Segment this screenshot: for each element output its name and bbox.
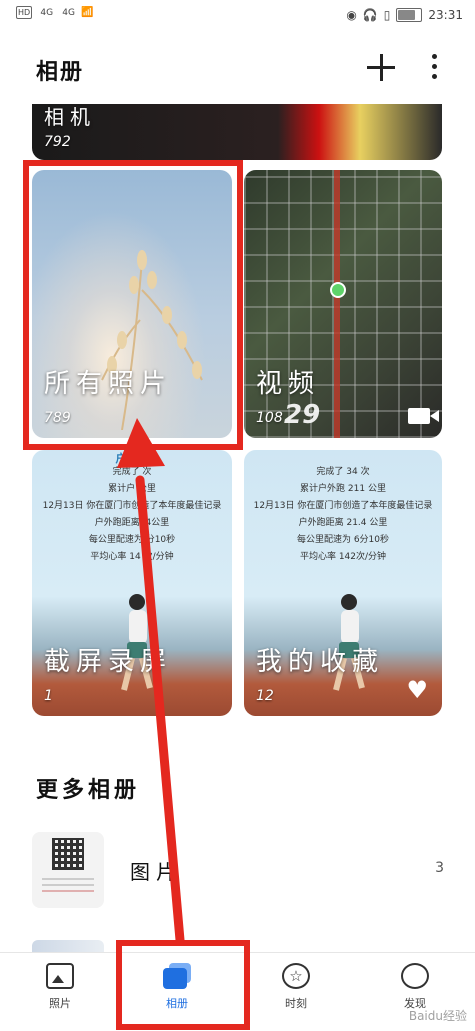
hd-badge: HD	[16, 6, 33, 19]
page-title: 相册	[36, 60, 85, 85]
status-right: ◉ 🎧 ▯ 23:31	[346, 8, 463, 22]
album-name: 视频	[256, 369, 321, 399]
card-line: 12月13日 你在厦门市创造了本年度最佳记录	[253, 501, 433, 511]
battery-icon	[396, 8, 423, 22]
discover-icon	[401, 963, 429, 989]
highlight-box-albums-tab	[116, 940, 250, 1030]
album-name: 相机	[44, 105, 96, 129]
map-location-dot	[330, 282, 346, 298]
watermark: Baidu经验	[408, 1009, 467, 1023]
tab-label: 照片	[49, 997, 71, 1010]
wifi-icon: 📶	[81, 7, 94, 18]
album-count: 3	[435, 860, 444, 876]
card-line: 累计户外跑 211 公里	[300, 484, 386, 494]
more-albums-item[interactable]: 图片 3	[32, 832, 444, 908]
card-line: 平均心率 142次/分钟	[299, 552, 387, 562]
album-thumbnail	[32, 832, 104, 908]
album-count: 12	[256, 688, 274, 704]
album-name: 图片	[130, 860, 182, 884]
card-line: 12月13日 你在厦门市创造了本年度最佳记录	[42, 501, 222, 511]
map-route	[334, 170, 340, 438]
highlight-box-all-photos	[23, 160, 243, 450]
video-camera-icon	[408, 408, 439, 424]
tab-discover[interactable]: 发现	[375, 963, 455, 1011]
album-count: 108	[256, 410, 283, 426]
card-line: 完成了 34 次	[316, 467, 370, 477]
card-line: 完成了 次	[112, 467, 152, 477]
qr-code-image	[52, 838, 84, 870]
card-line: 每公里配速为 6分10秒	[296, 535, 390, 545]
card-line: 户外跑距离 21.4 公里	[298, 518, 388, 528]
album-count: 1	[44, 688, 53, 704]
card-text: 完成了 34 次 累计户外跑 211 公里 12月13日 你在厦门市创造了本年度…	[250, 464, 436, 566]
headphone-icon: 🎧	[362, 8, 378, 22]
more-albums-title: 更多相册	[36, 777, 141, 803]
album-count: 792	[44, 134, 71, 150]
album-tile-favorites[interactable]: 完成了 34 次 累计户外跑 211 公里 12月13日 你在厦门市创造了本年度…	[244, 450, 442, 716]
card-line: 累计户 公里	[108, 484, 156, 494]
tab-label: 时刻	[285, 997, 307, 1010]
vibrate-icon: ▯	[383, 8, 391, 22]
more-vertical-icon[interactable]	[426, 52, 442, 82]
moments-icon: ☆	[282, 963, 310, 989]
thumbnail-text-lines	[42, 878, 94, 880]
status-left: HD 4G 4G 📶	[16, 6, 94, 19]
album-tile-camera[interactable]: 相机 792	[32, 104, 442, 160]
card-line: 每公里配速为 分10秒	[88, 535, 176, 545]
plus-icon[interactable]	[364, 50, 398, 84]
heart-icon: ♥	[406, 676, 428, 704]
album-name: 我的收藏	[256, 647, 385, 677]
card-line: 户外跑距离 .4公里	[94, 518, 170, 528]
photo-icon	[46, 963, 74, 989]
album-tile-screenshots[interactable]: 户外跑 完成了 次 累计户 公里 12月13日 你在厦门市创造了本年度最佳记录 …	[32, 450, 232, 716]
app-header: 相册	[0, 36, 475, 104]
tab-moments[interactable]: ☆ 时刻	[256, 963, 336, 1011]
video-overlay-number: 29	[284, 400, 321, 430]
signal-label: 4G	[62, 8, 75, 18]
album-name: 截屏录屏	[44, 647, 173, 677]
album-tile-videos[interactable]: 29 视频 108	[244, 170, 442, 438]
card-text: 完成了 次 累计户 公里 12月13日 你在厦门市创造了本年度最佳记录 户外跑距…	[38, 464, 226, 566]
signal-label: 4G	[40, 8, 54, 18]
status-time: 23:31	[428, 8, 463, 22]
tab-photos[interactable]: 照片	[20, 963, 100, 1011]
card-line: 平均心率 14 次/分钟	[90, 552, 174, 562]
status-bar: HD 4G 4G 📶 ◉ 🎧 ▯ 23:31	[0, 0, 475, 36]
eye-icon: ◉	[346, 8, 357, 22]
